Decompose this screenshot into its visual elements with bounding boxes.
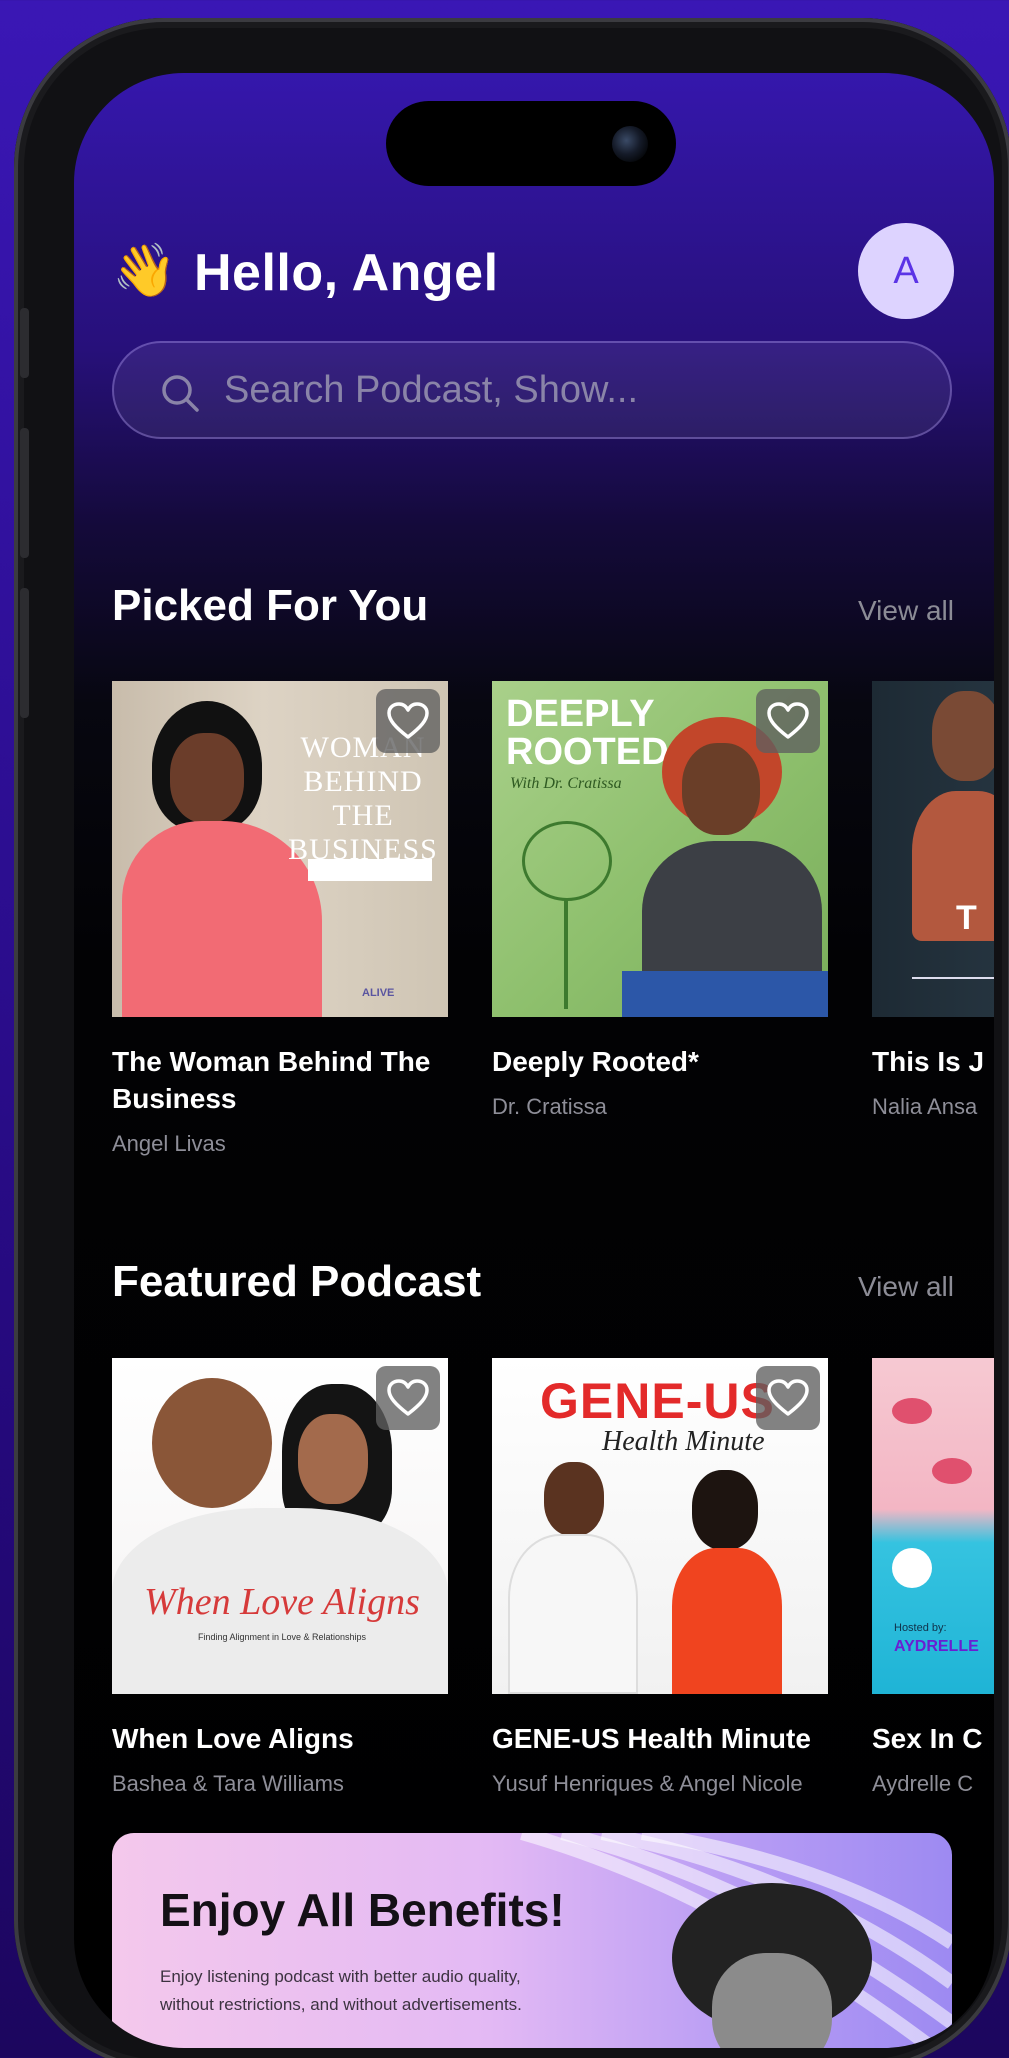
featured-section-title: Featured Podcast (112, 1257, 482, 1306)
app-screen: 👋 Hello, Angel A Picked For You View all (74, 73, 994, 2048)
cover-subtitle-text: Health Minute (602, 1426, 765, 1457)
podcast-title[interactable]: Sex In C (872, 1720, 994, 1757)
podcast-title[interactable]: When Love Aligns (112, 1720, 448, 1757)
phone-frame: 👋 Hello, Angel A Picked For You View all (14, 18, 1009, 2058)
picked-carousel[interactable]: WOMAN BEHIND THE BUSINESS ALIVE The Woma… (112, 681, 994, 1181)
cover-person-shape (508, 1534, 638, 1694)
banner-person-face (712, 1953, 832, 2048)
podcast-author: Angel Livas (112, 1131, 226, 1156)
picked-section-title: Picked For You (112, 581, 429, 630)
cover-subtitle-text: Hosted by: (894, 1622, 947, 1634)
podcast-author: Yusuf Henriques & Angel Nicole (492, 1771, 803, 1796)
banner-description: Enjoy listening podcast with better audi… (160, 1967, 522, 2014)
avatar-initial: A (893, 249, 919, 292)
favorite-button[interactable] (756, 689, 820, 753)
benefits-banner[interactable]: Enjoy All Benefits! Enjoy listening podc… (112, 1833, 952, 2048)
heart-icon (387, 702, 429, 739)
podcast-cover[interactable]: DEEPLY ROOTED With Dr. Cratissa (492, 681, 828, 1017)
podcast-author: Nalia Ansa (872, 1094, 978, 1119)
cover-subtitle-text: With Dr. Cratissa (510, 775, 622, 792)
waving-hand-icon: 👋 (112, 242, 177, 300)
podcast-title[interactable]: GENE-US Health Minute (492, 1720, 828, 1757)
featured-carousel[interactable]: When Love Aligns Finding Alignment in Lo… (112, 1358, 994, 1818)
cover-lips-shape (892, 1398, 932, 1424)
podcast-card[interactable]: WOMAN BEHIND THE BUSINESS ALIVE The Woma… (112, 681, 448, 1159)
cover-footer-text: ALIVE (362, 987, 395, 999)
cover-line (912, 977, 994, 979)
podcast-cover[interactable]: GENE-US Health Minute (492, 1358, 828, 1694)
play-icon (892, 1548, 932, 1588)
favorite-button[interactable] (376, 1366, 440, 1430)
podcast-author: Bashea & Tara Williams (112, 1771, 344, 1796)
volume-up-button (20, 428, 29, 558)
podcast-author: Aydrelle C (872, 1771, 974, 1796)
banner-title: Enjoy All Benefits! (160, 1884, 565, 1936)
camera-icon (612, 126, 648, 162)
podcast-author: Dr. Cratissa (492, 1094, 607, 1119)
cover-person-shape (152, 1378, 272, 1508)
podcast-title[interactable]: This Is J (872, 1043, 994, 1080)
podcast-card[interactable]: DEEPLY ROOTED With Dr. Cratissa Deeply R… (492, 681, 828, 1122)
cover-person-shape (298, 1414, 368, 1504)
dynamic-island (386, 101, 676, 186)
cover-signature-strip (308, 859, 432, 881)
cover-person-shape (672, 1548, 782, 1694)
cover-title-text: DEEPLY ROOTED (506, 693, 669, 773)
cover-title-text: AYDRELLE (894, 1638, 979, 1655)
cover-lips-shape (932, 1458, 972, 1484)
cover-person-shape (692, 1470, 758, 1550)
greeting-text: Hello, Angel (194, 244, 499, 302)
cover-tree-shape (522, 821, 612, 901)
podcast-title[interactable]: The Woman Behind The Business (112, 1043, 448, 1117)
action-button (20, 308, 29, 378)
search-icon (162, 375, 199, 412)
podcast-card[interactable]: GENE-US Health Minute GENE-US Health Min… (492, 1358, 828, 1799)
podcast-title[interactable]: Deeply Rooted* (492, 1043, 828, 1080)
cover-subtitle-text: Finding Alignment in Love & Relationship… (197, 1632, 367, 1642)
search-bar[interactable] (112, 341, 952, 439)
heart-icon (767, 702, 809, 739)
cover-person-shape (912, 791, 994, 941)
podcast-cover[interactable]: T (872, 681, 994, 1017)
picked-view-all-link[interactable]: View all (858, 595, 954, 627)
podcast-cover[interactable]: When Love Aligns Finding Alignment in Lo… (112, 1358, 448, 1694)
podcast-card[interactable]: Hosted by: AYDRELLE Sex In C Aydrelle C (872, 1358, 994, 1799)
cover-title-text: GENE-US (540, 1373, 775, 1429)
cover-title-text: When Love Aligns (144, 1581, 420, 1623)
podcast-cover[interactable]: WOMAN BEHIND THE BUSINESS ALIVE (112, 681, 448, 1017)
podcast-cover[interactable]: Hosted by: AYDRELLE (872, 1358, 994, 1694)
search-input[interactable] (224, 343, 924, 437)
featured-view-all-link[interactable]: View all (858, 1271, 954, 1303)
avatar[interactable]: A (858, 223, 954, 319)
cover-person-shape (544, 1462, 604, 1536)
favorite-button[interactable] (376, 689, 440, 753)
heart-icon (767, 1379, 809, 1416)
volume-down-button (20, 588, 29, 718)
greeting-header: 👋 Hello, Angel A (112, 223, 954, 323)
cover-person-shape (932, 691, 994, 781)
cover-person-shape (682, 743, 760, 835)
cover-title-text: T (956, 899, 977, 937)
cover-tree-shape (564, 899, 568, 1009)
podcast-card[interactable]: T This Is J Nalia Ansa (872, 681, 994, 1122)
cover-person-shape (170, 733, 244, 823)
heart-icon (387, 1379, 429, 1416)
favorite-button[interactable] (756, 1366, 820, 1430)
podcast-card[interactable]: When Love Aligns Finding Alignment in Lo… (112, 1358, 448, 1799)
cover-person-shape (622, 971, 828, 1017)
